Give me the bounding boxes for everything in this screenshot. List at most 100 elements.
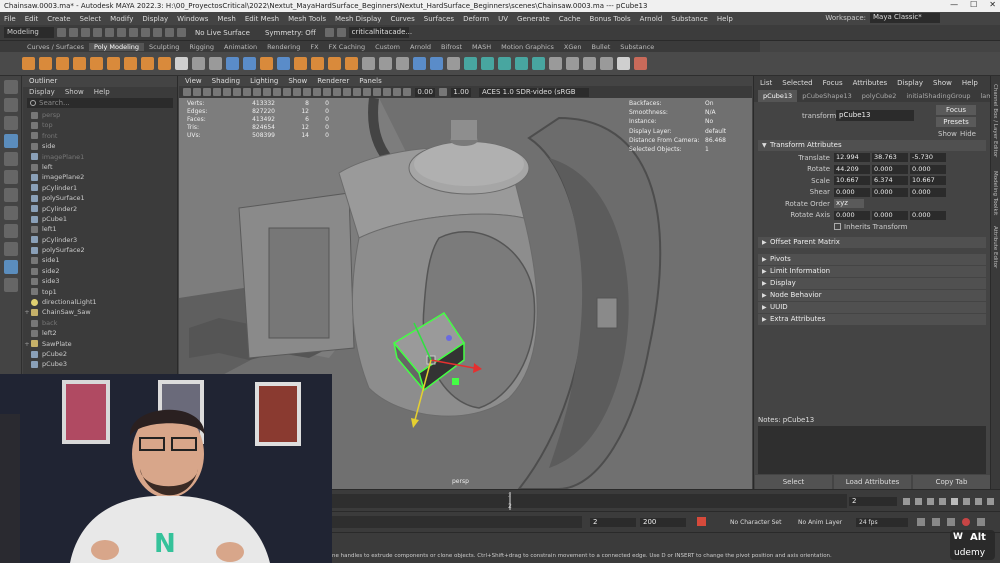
- outliner-item[interactable]: left1: [23, 224, 177, 234]
- notes-field[interactable]: [758, 426, 986, 474]
- menu-mesh-tools[interactable]: Mesh Tools: [288, 15, 326, 23]
- image-plane-icon[interactable]: [203, 88, 211, 96]
- outliner-item[interactable]: polySurface1: [23, 193, 177, 203]
- step-forward-frame-icon[interactable]: [963, 498, 970, 505]
- ae-menu-selected[interactable]: Selected: [782, 76, 812, 90]
- svg-tool-icon[interactable]: [192, 57, 205, 70]
- menu-edit-mesh[interactable]: Edit Mesh: [245, 15, 279, 23]
- freeze-transforms-icon[interactable]: [566, 57, 579, 70]
- rotate-axis-y-field[interactable]: 0.000: [872, 210, 908, 220]
- menu-set-dropdown[interactable]: Modeling: [4, 27, 54, 38]
- expand-icon[interactable]: +: [23, 339, 31, 349]
- scale-tool-icon[interactable]: [4, 170, 18, 184]
- lasso-tool-icon[interactable]: [4, 98, 18, 112]
- shelf-tab-fx-caching[interactable]: FX Caching: [324, 43, 371, 51]
- combine-icon[interactable]: [226, 57, 239, 70]
- transform-name-field[interactable]: pCube13: [836, 110, 914, 121]
- snap-point-icon[interactable]: [177, 28, 186, 37]
- 2d-pan-zoom-icon[interactable]: [213, 88, 221, 96]
- viewport-menu-shading[interactable]: Shading: [212, 76, 240, 86]
- shelf-tab-rigging[interactable]: Rigging: [184, 43, 219, 51]
- expand-icon[interactable]: +: [23, 307, 31, 317]
- poly-disc-icon[interactable]: [124, 57, 137, 70]
- shear-z-field[interactable]: 0.000: [910, 187, 946, 197]
- menu-modify[interactable]: Modify: [110, 15, 133, 23]
- shelf-tab-animation[interactable]: Animation: [219, 43, 262, 51]
- section-transform-attributes[interactable]: ▼ Transform Attributes: [758, 140, 986, 151]
- ae-tab-polycube2[interactable]: polyCube2: [857, 90, 902, 102]
- outliner-item[interactable]: side2: [23, 266, 177, 276]
- outliner-item[interactable]: side: [23, 141, 177, 151]
- outliner-item[interactable]: pCylinder3: [23, 235, 177, 245]
- current-frame-field[interactable]: 2: [849, 497, 897, 506]
- range-end-field[interactable]: 200: [640, 518, 686, 527]
- auto-key-icon[interactable]: [697, 517, 706, 526]
- shelf-tab-sculpting[interactable]: Sculpting: [144, 43, 184, 51]
- last-tool-icon[interactable]: [4, 188, 18, 202]
- select-by-object-icon[interactable]: [129, 28, 138, 37]
- delete-history-icon[interactable]: [600, 57, 613, 70]
- shelf-tab-curves-surfaces[interactable]: Curves / Surfaces: [22, 43, 89, 51]
- hide-button[interactable]: Hide: [960, 130, 976, 138]
- menu-arnold[interactable]: Arnold: [640, 15, 663, 23]
- menu-display[interactable]: Display: [142, 15, 168, 23]
- section-extra-attributes[interactable]: ▶ Extra Attributes: [758, 313, 986, 325]
- section-uuid[interactable]: ▶ UUID: [758, 301, 986, 313]
- xray-joints-icon[interactable]: [393, 88, 401, 96]
- menu-bonus-tools[interactable]: Bonus Tools: [590, 15, 631, 23]
- outliner-item[interactable]: pCube1: [23, 214, 177, 224]
- bevel-icon[interactable]: [294, 57, 307, 70]
- shear-y-field[interactable]: 0.000: [872, 187, 908, 197]
- poly-torus-icon[interactable]: [90, 57, 103, 70]
- outliner-layout-icon[interactable]: [4, 242, 18, 256]
- outliner-item[interactable]: top1: [23, 287, 177, 297]
- live-surface-label[interactable]: No Live Surface: [195, 29, 250, 37]
- close-icon[interactable]: ✕: [989, 0, 996, 9]
- menu-file[interactable]: File: [4, 15, 16, 23]
- outliner-item[interactable]: pCube3: [23, 359, 177, 369]
- textured-icon[interactable]: [323, 88, 331, 96]
- viewport-menu-show[interactable]: Show: [288, 76, 307, 86]
- camera-attributes-icon[interactable]: [183, 88, 191, 96]
- project-field[interactable]: criticalhitacade...: [348, 27, 412, 38]
- modeling-toolkit-tab[interactable]: Modeling Toolkit: [992, 171, 998, 215]
- go-to-end-icon[interactable]: [987, 498, 994, 505]
- step-back-frame-icon[interactable]: [927, 498, 934, 505]
- multi-cut-icon[interactable]: [362, 57, 375, 70]
- shelf-tab-xgen[interactable]: XGen: [559, 43, 587, 51]
- outliner-item[interactable]: back: [23, 318, 177, 328]
- single-perspective-layout-icon[interactable]: [4, 206, 18, 220]
- outliner-item[interactable]: front: [23, 131, 177, 141]
- section-display[interactable]: ▶ Display: [758, 277, 986, 289]
- uv-cut-icon[interactable]: [498, 57, 511, 70]
- shelf-tab-arnold[interactable]: Arnold: [405, 43, 436, 51]
- preferences-icon[interactable]: [977, 518, 985, 526]
- isolate-select-icon[interactable]: [373, 88, 381, 96]
- select-by-hierarchy-icon[interactable]: [117, 28, 126, 37]
- scale-x-field[interactable]: 10.667: [834, 176, 870, 186]
- translate-x-field[interactable]: 12.994: [834, 153, 870, 163]
- gate-mask-icon[interactable]: [263, 88, 271, 96]
- safe-action-icon[interactable]: [283, 88, 291, 96]
- bridge-icon[interactable]: [328, 57, 341, 70]
- lights-icon[interactable]: [333, 88, 341, 96]
- shelf-tab-motion-graphics[interactable]: Motion Graphics: [496, 43, 559, 51]
- gamma-icon[interactable]: [439, 88, 447, 96]
- viewport-menu-panels[interactable]: Panels: [359, 76, 382, 86]
- shelf-tab-rendering[interactable]: Rendering: [262, 43, 305, 51]
- wireframe-icon[interactable]: [293, 88, 301, 96]
- character-set-dropdown[interactable]: No Character Set: [730, 518, 781, 527]
- paint-select-icon[interactable]: [4, 116, 18, 130]
- workspace-dropdown[interactable]: Maya Classic*: [870, 13, 940, 23]
- record-icon[interactable]: [962, 518, 970, 526]
- menu-windows[interactable]: Windows: [177, 15, 208, 23]
- grease-pencil-icon[interactable]: [223, 88, 231, 96]
- persp-outliner-layout-icon[interactable]: [4, 260, 18, 274]
- poly-sphere-icon[interactable]: [22, 57, 35, 70]
- shelf-tab-bullet[interactable]: Bullet: [587, 43, 616, 51]
- viewport-menu-renderer[interactable]: Renderer: [317, 76, 349, 86]
- outliner-item[interactable]: left2: [23, 328, 177, 338]
- outliner-item[interactable]: + SawPlate: [23, 339, 177, 349]
- play-backwards-icon[interactable]: [939, 498, 946, 505]
- uv-unfold-icon[interactable]: [481, 57, 494, 70]
